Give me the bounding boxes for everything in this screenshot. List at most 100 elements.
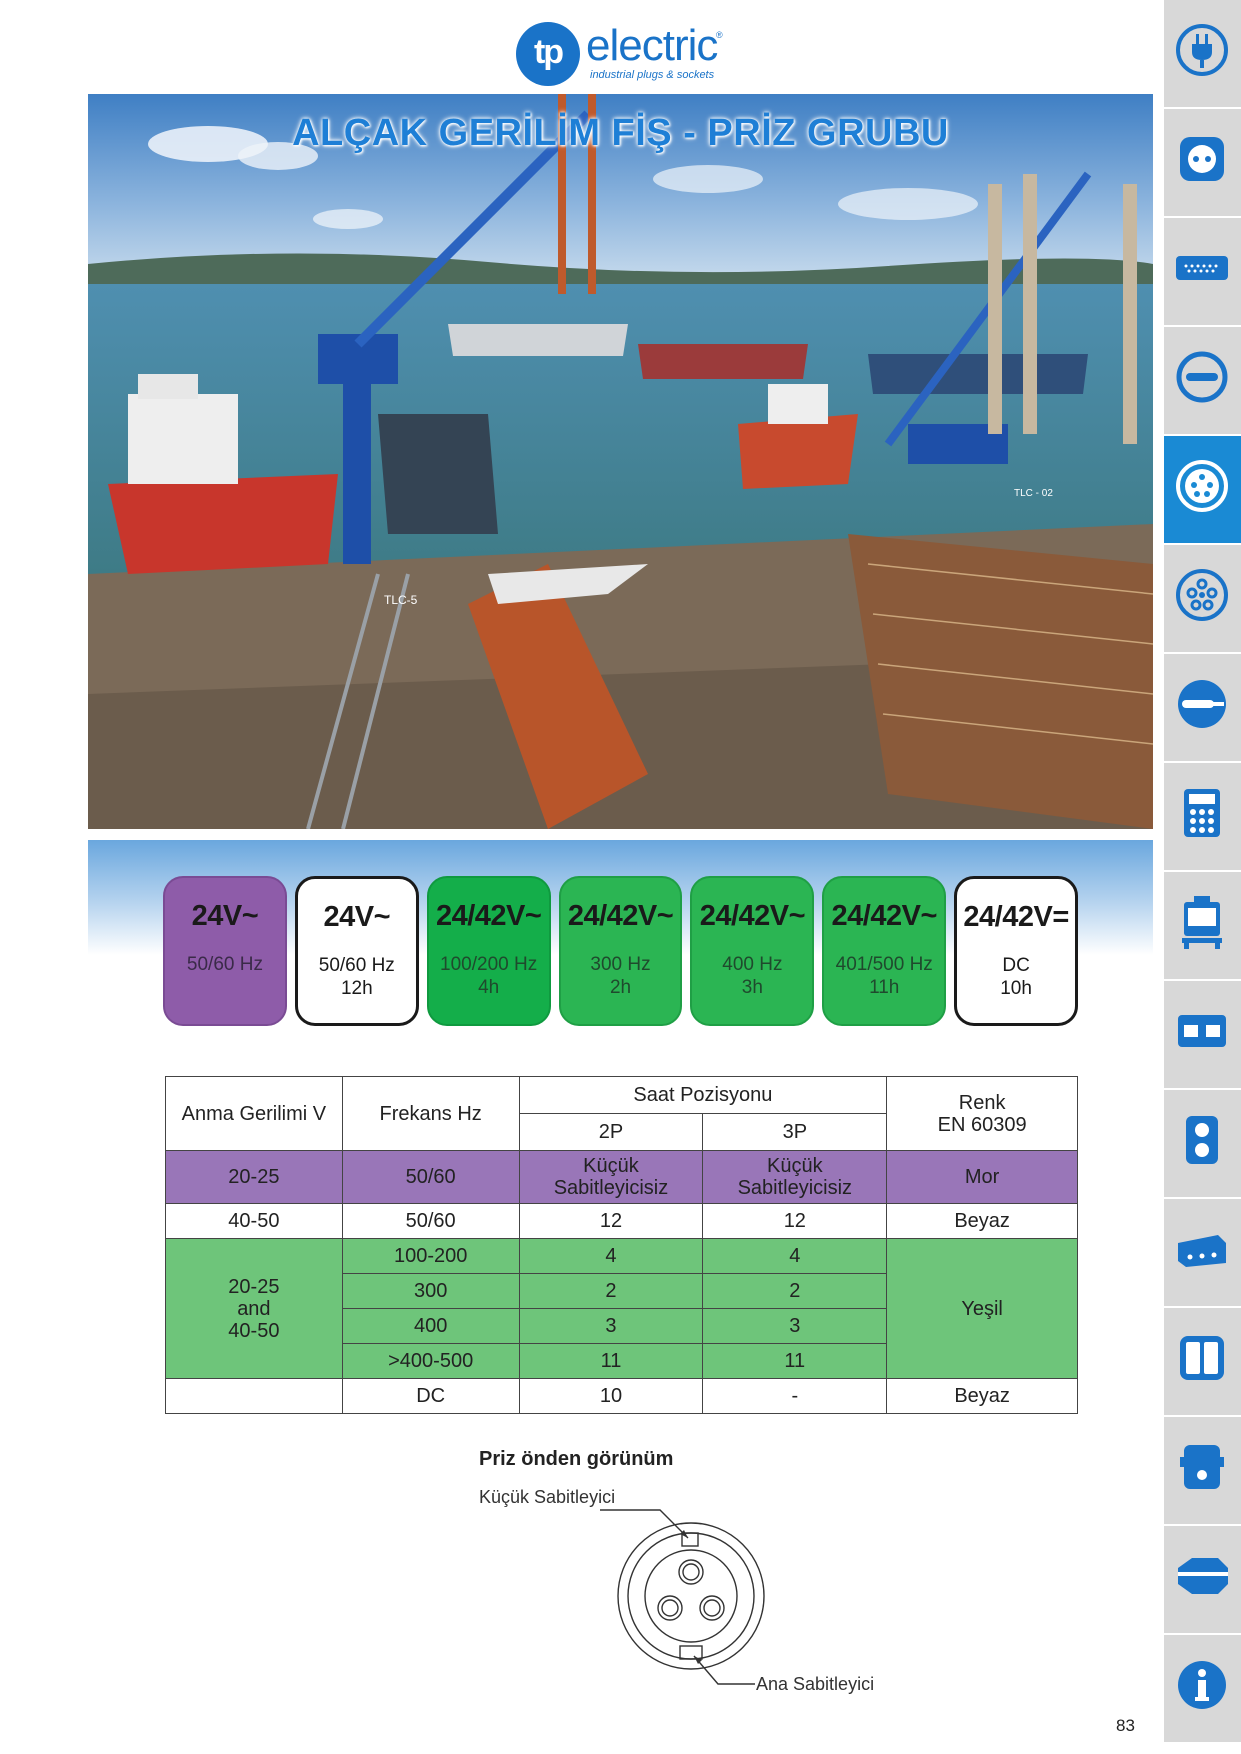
cell-frequency: >400-500 — [341, 1343, 520, 1379]
box-on-stand-icon — [1182, 896, 1222, 949]
header-frequency: Frekans Hz — [341, 1076, 520, 1151]
cell-frequency: 300 — [341, 1273, 520, 1309]
cell-2p: 2 — [518, 1273, 704, 1309]
double-socket-icon — [1186, 1116, 1218, 1164]
ship-label-1: TLC-5 — [384, 593, 418, 607]
logo-wordmark: electric — [586, 21, 718, 70]
badge-voltage: 24/42V~ — [699, 900, 806, 932]
low-voltage-socket-icon — [1176, 460, 1228, 512]
shipyard-illustration: TLC-5 TLC - 02 — [88, 94, 1153, 829]
cell-2p: 3 — [518, 1308, 704, 1344]
header-color: Renk EN 60309 — [886, 1076, 1078, 1151]
sidebar-item-panel-socket[interactable] — [1164, 218, 1241, 325]
logo-mark: tp — [516, 22, 580, 86]
sidebar-item-plug-side[interactable] — [1164, 654, 1241, 761]
hexagon-icon — [1178, 1558, 1228, 1594]
cell-color: Beyaz — [886, 1378, 1078, 1414]
badge-voltage: 24V~ — [191, 900, 259, 932]
cell-3p: 3 — [702, 1308, 888, 1344]
cell-2p-line1: Küçük — [583, 1155, 639, 1177]
table-header-row: Anma Gerilimi V Frekans Hz Saat Pozisyon… — [165, 1076, 1078, 1151]
brand-logo: tp electric ® industrial plugs & sockets — [516, 20, 746, 88]
sidebar-item-info[interactable] — [1164, 1635, 1241, 1742]
cell-voltage: 20-25 — [165, 1150, 343, 1204]
logo-registered: ® — [716, 30, 723, 40]
cell-2p: Küçük Sabitleyicisiz — [518, 1150, 704, 1204]
sidebar-item-split-panel[interactable] — [1164, 1308, 1241, 1415]
cell-2p: 12 — [518, 1203, 704, 1239]
shipyard-photo: TLC-5 TLC - 02 ALÇAK GERİLİM FİŞ - PRİZ … — [88, 94, 1153, 829]
cell-voltage-group: 20-25 and 40-50 — [165, 1238, 343, 1379]
sidebar-item-hexagon[interactable] — [1164, 1526, 1241, 1633]
cell-frequency: 400 — [341, 1308, 520, 1344]
sidebar-item-enclosure[interactable] — [1164, 1417, 1241, 1524]
socket-face-icon — [1180, 137, 1224, 181]
small-key-label: Küçük Sabitleyici — [479, 1487, 616, 1507]
cell-color: Mor — [886, 1150, 1078, 1204]
panel-socket-icon — [1176, 256, 1228, 280]
cell-frequency: 100-200 — [341, 1238, 520, 1274]
sidebar-item-multi-pin[interactable] — [1164, 545, 1241, 652]
header-voltage: Anma Gerilimi V — [165, 1076, 343, 1151]
header-3p: 3P — [702, 1113, 888, 1151]
diagram-title: Priz önden görünüm — [479, 1448, 674, 1470]
badge-voltage: 24/42V~ — [831, 900, 938, 932]
multi-pin-socket-icon — [1176, 569, 1228, 621]
cable-box-icon — [1178, 1235, 1226, 1267]
table-row: DC 10 - Beyaz — [165, 1378, 1078, 1414]
sidebar-item-socket-face[interactable] — [1164, 109, 1241, 216]
badge-voltage: 24/42V= — [963, 901, 1069, 933]
plug-side-icon — [1178, 680, 1226, 728]
cell-3p: 11 — [702, 1343, 888, 1379]
badge-24-42v-2h: 24/42V~ 300 Hz 2h — [558, 876, 683, 1026]
badge-sub: 300 Hz 2h — [590, 954, 651, 998]
cell-3p-line2: Sabitleyicisiz — [737, 1177, 853, 1199]
sidebar-item-wall-box[interactable] — [1164, 981, 1241, 1088]
info-icon — [1178, 1661, 1226, 1709]
sidebar-item-low-voltage[interactable] — [1164, 436, 1241, 543]
voltage-badges: 24V~ 50/60 Hz 24V~ 50/60 Hz 12h 24/42V~ … — [163, 876, 1079, 1028]
sidebar-item-plugs[interactable] — [1164, 0, 1241, 107]
distribution-box-icon — [1184, 789, 1220, 837]
cell-frequency: DC — [341, 1378, 520, 1414]
page-title: ALÇAK GERİLİM FİŞ - PRİZ GRUBU — [292, 112, 949, 154]
spec-table: Anma Gerilimi V Frekans Hz Saat Pozisyon… — [165, 1076, 1078, 1414]
badge-24v-white: 24V~ 50/60 Hz 12h — [294, 876, 419, 1026]
badge-24-42v-4h: 24/42V~ 100/200 Hz 4h — [426, 876, 551, 1026]
badge-sub: 50/60 Hz — [186, 954, 263, 975]
cell-color: Beyaz — [886, 1203, 1078, 1239]
badge-sub: 400 Hz 3h — [722, 954, 783, 998]
badge-voltage: 24/42V~ — [435, 900, 542, 932]
cell-3p: - — [702, 1378, 888, 1414]
cell-2p: 11 — [518, 1343, 704, 1379]
plug-icon — [1176, 24, 1228, 76]
sidebar-item-cable-box[interactable] — [1164, 1199, 1241, 1306]
cell-voltage: 40-50 — [165, 1203, 343, 1239]
table-row: 20-25 and 40-50 100-200 4 4 Yeşil — [165, 1238, 1078, 1379]
sidebar-item-double-socket[interactable] — [1164, 1090, 1241, 1197]
badge-sub: DC 10h — [1000, 955, 1032, 999]
cell-voltage-line3: 40-50 — [228, 1319, 280, 1342]
cell-color-group: Yeşil — [886, 1238, 1078, 1379]
cell-frequency: 50/60 — [341, 1150, 520, 1204]
category-sidebar — [1164, 0, 1241, 1754]
cell-3p: 12 — [702, 1203, 888, 1239]
table-row: 40-50 50/60 12 12 Beyaz — [165, 1203, 1078, 1239]
cell-voltage-line2: and — [237, 1297, 271, 1320]
cell-3p: 2 — [702, 1273, 888, 1309]
split-panel-icon — [1180, 1336, 1224, 1380]
minus-circle-icon — [1176, 351, 1228, 403]
header-2p: 2P — [518, 1113, 704, 1151]
badge-sub: 50/60 Hz 12h — [318, 955, 395, 999]
sidebar-item-stand-box[interactable] — [1164, 872, 1241, 979]
cell-frequency: 50/60 — [341, 1203, 520, 1239]
cell-3p: Küçük Sabitleyicisiz — [702, 1150, 888, 1204]
badge-24-42v-3h: 24/42V~ 400 Hz 3h — [690, 876, 815, 1026]
sidebar-item-distribution[interactable] — [1164, 763, 1241, 870]
cell-voltage — [165, 1378, 343, 1414]
cell-2p: 4 — [518, 1238, 704, 1274]
wall-box-icon — [1178, 1015, 1226, 1047]
sidebar-item-minus[interactable] — [1164, 327, 1241, 434]
badge-24-42v-dc: 24/42V= DC 10h — [954, 876, 1079, 1026]
logo-tagline: industrial plugs & sockets — [590, 69, 715, 81]
